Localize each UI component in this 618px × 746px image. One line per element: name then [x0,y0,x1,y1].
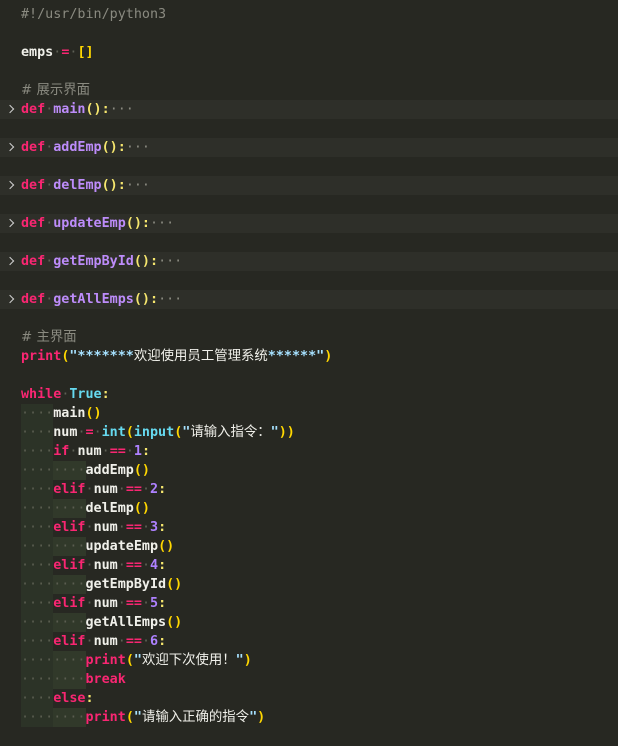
function-name: getAllEmps [53,292,134,307]
code-line-print-welcome[interactable]: print("*******欢迎使用员工管理系统******") [0,347,618,366]
code-line-elif-3[interactable]: ····elif·num·==·3: [0,518,618,537]
code-line-if-1[interactable]: ····if·num·==·1: [0,442,618,461]
code-line-elif-2[interactable]: ····elif·num·==·2: [0,480,618,499]
call-main: main [53,406,86,421]
code-line-def-getallemps[interactable]: def·getAllEmps():··· [0,290,618,309]
code-line-def-main[interactable]: def·main():··· [0,100,618,119]
code-line-input[interactable]: ····num·=·int(input("请输入指令：")) [0,423,618,442]
function-name: main [53,102,86,117]
function-name: addEmp [53,140,102,155]
fold-ellipsis-icon[interactable]: ··· [158,292,182,307]
fold-ellipsis-icon[interactable]: ··· [158,254,182,269]
def-tail: (): [133,292,159,307]
code-line-elif-5[interactable]: ····elif·num·==·5: [0,594,618,613]
fold-chevron-icon[interactable] [6,214,16,233]
input-prompt-string: 请输入指令： [190,425,271,440]
code-editor[interactable]: #!/usr/bin/python3 emps·=·[] # 展示界面 def·… [0,0,618,746]
code-line-def-addemp[interactable]: def·addEmp():··· [0,138,618,157]
code-line-print-goodbye[interactable]: ········print("欢迎下次使用！") [0,651,618,670]
code-line-comment-main[interactable]: # 主界面 [0,328,618,347]
def-keyword: def [21,292,46,307]
print-call: print [21,349,62,364]
fold-chevron-icon[interactable] [6,176,16,195]
code-line-call-updateemp[interactable]: ········updateEmp() [0,537,618,556]
while-keyword: while [21,387,62,402]
code-line-shebang[interactable]: #!/usr/bin/python3 [0,5,618,24]
code-line-while[interactable]: while·True: [0,385,618,404]
def-tail: (): [85,102,110,117]
function-name: updateEmp [53,216,126,231]
code-line-call-getempbyid[interactable]: ········getEmpById() [0,575,618,594]
code-line-def-delemp[interactable]: def·delEmp():··· [0,176,618,195]
code-line-call-main[interactable]: ····main() [0,404,618,423]
code-line-def-updateemp[interactable]: def·updateEmp():··· [0,214,618,233]
def-tail: (): [133,254,159,269]
fold-chevron-icon[interactable] [6,100,16,119]
code-line-comment-display[interactable]: # 展示界面 [0,81,618,100]
comment-main-ui: # 主界面 [21,330,77,345]
def-tail: (): [101,178,126,193]
def-keyword: def [21,216,46,231]
code-line-call-delemp[interactable]: ········delEmp() [0,499,618,518]
fold-ellipsis-icon[interactable]: ··· [126,140,150,155]
welcome-string: 欢迎使用员工管理系统 [133,349,268,364]
def-keyword: def [21,102,46,117]
code-line-emps[interactable]: emps·=·[] [0,43,618,62]
fold-ellipsis-icon[interactable]: ··· [126,178,150,193]
empty-list: [] [77,45,94,60]
code-line-call-getallemps[interactable]: ········getAllEmps() [0,613,618,632]
fold-chevron-icon[interactable] [6,290,16,309]
invalid-command-string: 请输入正确的指令 [141,710,250,725]
goodbye-string: 欢迎下次使用！ [141,653,236,668]
def-keyword: def [21,140,46,155]
def-keyword: def [21,254,46,269]
function-name: delEmp [53,178,102,193]
code-line-elif-6[interactable]: ····elif·num·==·6: [0,632,618,651]
code-line-def-getempbyid[interactable]: def·getEmpById():··· [0,252,618,271]
def-tail: (): [101,140,126,155]
shebang-comment: #!/usr/bin/python3 [21,7,167,22]
code-line-else[interactable]: ····else: [0,689,618,708]
code-line-call-addemp[interactable]: ········addEmp() [0,461,618,480]
fold-ellipsis-icon[interactable]: ··· [150,216,174,231]
def-tail: (): [125,216,150,231]
true-literal: True [69,387,102,402]
fold-chevron-icon[interactable] [6,252,16,271]
function-name: getEmpById [53,254,134,269]
fold-ellipsis-icon[interactable]: ··· [110,102,134,117]
code-line-print-invalid[interactable]: ········print("请输入正确的指令") [0,708,618,727]
var-emps: emps [21,45,54,60]
comment-display-ui: # 展示界面 [21,83,91,98]
code-line-elif-4[interactable]: ····elif·num·==·4: [0,556,618,575]
fold-chevron-icon[interactable] [6,138,16,157]
def-keyword: def [21,178,46,193]
code-line-break[interactable]: ········break [0,670,618,689]
